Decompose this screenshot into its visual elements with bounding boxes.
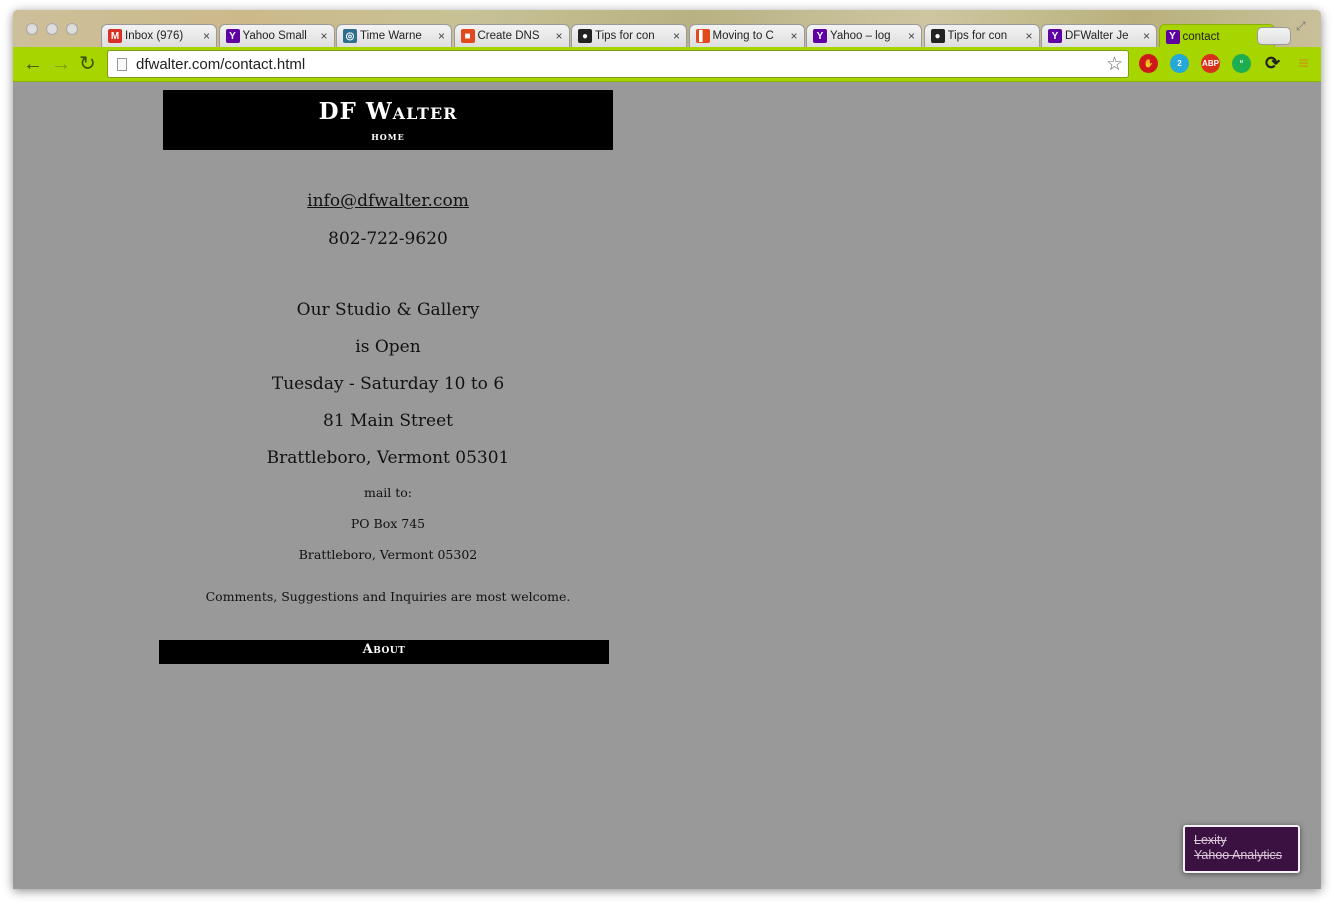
time-warner-icon: ◎ <box>343 29 357 43</box>
tab-title: Inbox (976) <box>125 30 184 42</box>
office-icon: ■ <box>460 29 475 43</box>
street-address: 81 Main Street <box>323 411 453 431</box>
lexity-widget[interactable]: Lexity Yahoo Analytics <box>1183 825 1300 873</box>
hours-line-3: Tuesday - Saturday 10 to 6 <box>271 374 505 394</box>
hours-line-2: is Open <box>355 337 421 357</box>
office-icon: ▌ <box>695 29 710 43</box>
tab-title: Create DNS <box>477 30 540 42</box>
comments-text: Comments, Suggestions and Inquiries are … <box>205 589 571 604</box>
back-button[interactable]: ← <box>23 54 43 74</box>
github-icon: ● <box>578 29 592 43</box>
close-tab-icon[interactable]: × <box>1143 29 1150 43</box>
close-window-button[interactable] <box>26 23 38 35</box>
tab[interactable]: Y Yahoo – log × <box>806 24 922 47</box>
lexity-label: Lexity <box>1194 833 1227 847</box>
tab-title: Yahoo – log <box>830 30 891 42</box>
close-tab-icon[interactable]: × <box>320 29 327 43</box>
address-bar[interactable]: ☆ <box>107 50 1129 78</box>
tab[interactable]: ◎ Time Warne × <box>336 24 452 47</box>
site-brand: DF Walter <box>318 98 458 125</box>
tab-title: Yahoo Small <box>242 30 307 42</box>
adblock-plus-icon[interactable]: ABP <box>1201 54 1220 73</box>
tab-title: Tips for con <box>947 30 1008 42</box>
yahoo-icon: Y <box>225 29 240 43</box>
browser-window: M Inbox (976) × Y Yahoo Small × ◎ Time Warne × ■ C… <box>13 10 1321 889</box>
close-tab-icon[interactable]: × <box>438 29 445 43</box>
home-link[interactable]: home <box>371 129 404 143</box>
yahoo-icon: Y <box>813 29 827 43</box>
email-link[interactable]: info@dfwalter.com <box>307 191 469 211</box>
bookmark-star-icon[interactable]: ☆ <box>1106 53 1123 76</box>
new-tab-button[interactable] <box>1257 27 1291 45</box>
hours-line-1: Our Studio & Gallery <box>296 300 480 320</box>
tab-title: Moving to C <box>712 30 774 42</box>
tab[interactable]: ■ Create DNS × <box>453 24 570 47</box>
gmail-icon: M <box>108 29 122 43</box>
close-tab-icon[interactable]: × <box>790 29 797 43</box>
tab[interactable]: M Inbox (976) × <box>101 24 217 47</box>
reload-button[interactable]: ↻ <box>79 54 96 74</box>
tab[interactable]: Y DFWalter Je × <box>1041 24 1157 47</box>
close-tab-icon[interactable]: × <box>1025 29 1032 43</box>
tab[interactable]: ● Tips for con × <box>923 24 1040 47</box>
minimize-window-button[interactable] <box>46 23 58 35</box>
close-tab-icon[interactable]: × <box>203 29 210 43</box>
url-input[interactable] <box>136 55 1106 73</box>
city-address: Brattleboro, Vermont 05301 <box>266 448 510 468</box>
tab-title: DFWalter Je <box>1065 30 1129 42</box>
sync-icon[interactable]: ⟳ <box>1263 53 1282 73</box>
page-icon <box>117 57 127 71</box>
browser-toolbar: ← → ↻ ☆ ✋ 2 ABP “ ⟳ ≡ <box>13 47 1321 82</box>
tab[interactable]: Y Yahoo Small × <box>218 24 335 47</box>
page-content: DF Walter home info@dfwalter.com 802-722… <box>13 82 1321 889</box>
stop-icon[interactable]: ✋ <box>1139 54 1158 73</box>
close-tab-icon[interactable]: × <box>673 29 680 43</box>
tab[interactable]: ● Tips for con × <box>571 24 687 47</box>
github-icon: ● <box>930 29 945 43</box>
yahoo-icon: Y <box>1048 29 1062 43</box>
mail-label: mail to: <box>363 485 413 500</box>
close-tab-icon[interactable]: × <box>555 29 562 43</box>
ghostery-icon[interactable]: 2 <box>1170 54 1189 73</box>
zoom-window-button[interactable] <box>66 23 78 35</box>
tab-title: contact <box>1182 30 1220 43</box>
about-link[interactable]: About <box>159 640 609 664</box>
mail-city: Brattleboro, Vermont 05302 <box>298 547 478 562</box>
fullscreen-icon[interactable]: ⤢ <box>1296 19 1306 34</box>
menu-icon[interactable]: ≡ <box>1294 53 1313 73</box>
tab-title: Tips for con <box>595 30 655 42</box>
title-bar: M Inbox (976) × Y Yahoo Small × ◎ Time Warne × ■ C… <box>13 10 1321 48</box>
po-box: PO Box 745 <box>350 516 426 531</box>
forward-button[interactable]: → <box>51 54 71 74</box>
phone-number: 802-722-9620 <box>328 229 448 249</box>
tab[interactable]: ▌ Moving to C × <box>688 24 805 47</box>
tab-title: Time Warne <box>360 30 422 42</box>
email-line: info@dfwalter.com <box>163 191 613 211</box>
site-header: DF Walter home <box>163 90 613 150</box>
lexity-subtitle: Yahoo Analytics <box>1194 848 1283 862</box>
yahoo-icon: Y <box>1165 29 1180 44</box>
close-tab-icon[interactable]: × <box>908 29 915 43</box>
hangouts-icon[interactable]: “ <box>1232 54 1251 73</box>
